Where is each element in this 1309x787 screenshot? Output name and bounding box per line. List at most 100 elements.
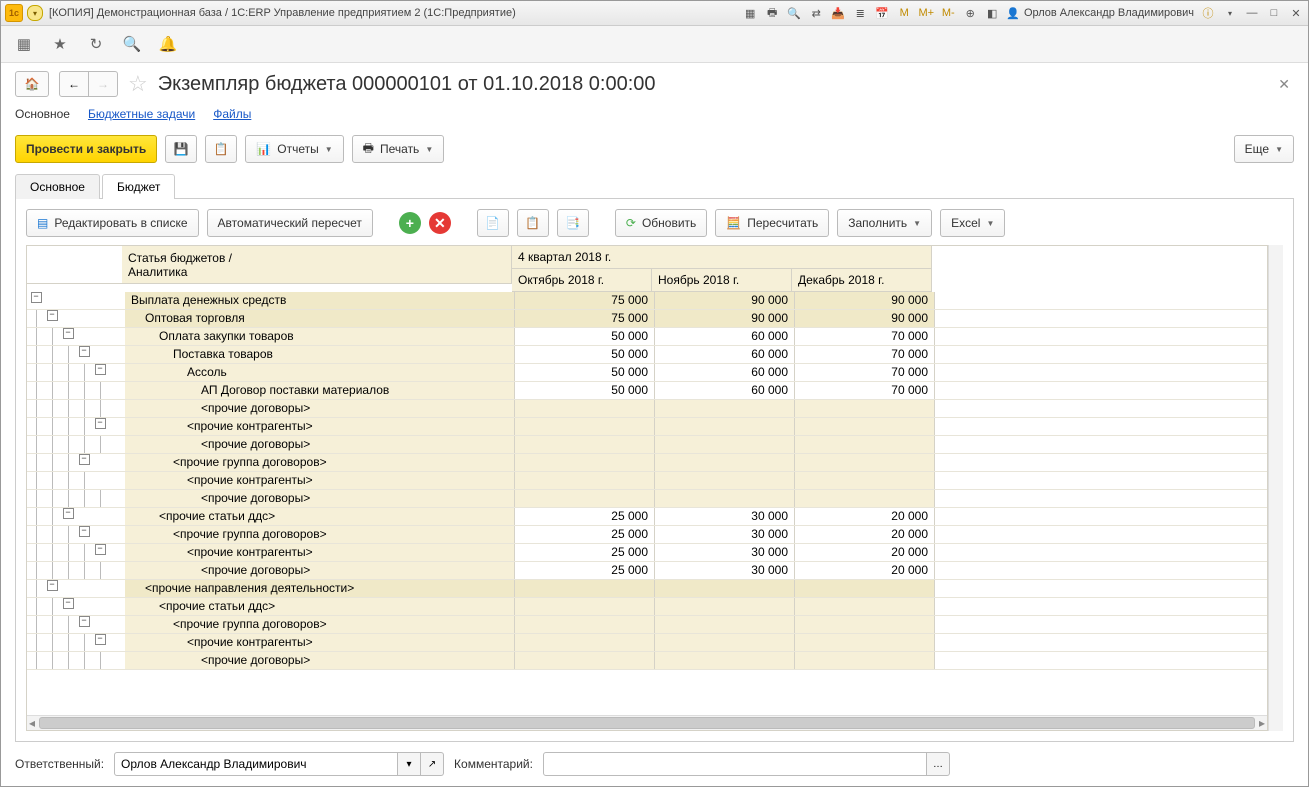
value-cell[interactable] — [515, 634, 655, 651]
post-button[interactable]: 📋 — [205, 135, 237, 163]
notifications-bell-icon[interactable]: 🔔 — [159, 35, 177, 53]
table-row[interactable]: <прочие договоры> — [27, 436, 1267, 454]
name-cell[interactable]: <прочие договоры> — [125, 400, 515, 417]
history-icon[interactable]: ↻ — [87, 35, 105, 53]
value-cell[interactable] — [515, 454, 655, 471]
paste-special-button[interactable]: 📑 — [557, 209, 589, 237]
value-cell[interactable] — [655, 418, 795, 435]
value-cell[interactable]: 20 000 — [795, 562, 935, 579]
value-cell[interactable]: 20 000 — [795, 544, 935, 561]
table-row[interactable]: −<прочие группа договоров> — [27, 616, 1267, 634]
value-cell[interactable]: 25 000 — [515, 544, 655, 561]
table-row[interactable]: −<прочие группа договоров>25 00030 00020… — [27, 526, 1267, 544]
value-cell[interactable]: 70 000 — [795, 382, 935, 399]
value-cell[interactable]: 60 000 — [655, 364, 795, 381]
name-cell[interactable]: <прочие контрагенты> — [125, 634, 515, 651]
table-row[interactable]: <прочие договоры>25 00030 00020 000 — [27, 562, 1267, 580]
collapse-toggle[interactable]: − — [79, 454, 90, 465]
collapse-toggle[interactable]: − — [63, 508, 74, 519]
value-cell[interactable] — [515, 616, 655, 633]
tab-budget[interactable]: Бюджет — [102, 174, 175, 199]
collapse-toggle[interactable]: − — [63, 598, 74, 609]
horizontal-scrollbar[interactable]: ◂ ▸ — [27, 715, 1267, 730]
name-cell[interactable]: <прочие направления деятельности> — [125, 580, 515, 597]
name-cell[interactable]: АП Договор поставки материалов — [125, 382, 515, 399]
value-cell[interactable]: 90 000 — [795, 310, 935, 327]
table-row[interactable]: <прочие контрагенты> — [27, 472, 1267, 490]
value-cell[interactable]: 25 000 — [515, 526, 655, 543]
value-cell[interactable] — [655, 454, 795, 471]
value-cell[interactable] — [795, 472, 935, 489]
print-button[interactable]: 🖶Печать▼ — [352, 135, 445, 163]
link-main[interactable]: Основное — [15, 107, 70, 121]
close-window-button[interactable]: ✕ — [1288, 5, 1304, 21]
app-menu-dropdown[interactable]: ▾ — [27, 5, 43, 21]
value-cell[interactable]: 30 000 — [655, 526, 795, 543]
value-cell[interactable]: 50 000 — [515, 346, 655, 363]
collapse-toggle[interactable]: − — [79, 526, 90, 537]
value-cell[interactable]: 90 000 — [655, 292, 795, 309]
print-icon[interactable]: 🖶 — [764, 5, 780, 21]
collapse-toggle[interactable]: − — [79, 616, 90, 627]
name-cell[interactable]: <прочие договоры> — [125, 436, 515, 453]
tab-main[interactable]: Основное — [15, 174, 100, 199]
value-cell[interactable] — [795, 616, 935, 633]
grid-body[interactable]: −Выплата денежных средств75 00090 00090 … — [27, 292, 1267, 715]
value-cell[interactable] — [515, 436, 655, 453]
table-row[interactable]: − <прочие группа договоров> — [27, 454, 1267, 472]
table-row[interactable]: −<прочие статьи ддс>25 00030 00020 000 — [27, 508, 1267, 526]
vertical-scrollbar[interactable] — [1268, 245, 1283, 731]
link-budget-tasks[interactable]: Бюджетные задачи — [88, 107, 195, 121]
collapse-toggle[interactable]: − — [31, 292, 42, 303]
value-cell[interactable] — [795, 436, 935, 453]
current-user[interactable]: 👤 Орлов Александр Владимирович — [1006, 7, 1194, 20]
value-cell[interactable]: 90 000 — [795, 292, 935, 309]
m-plus-icon[interactable]: M+ — [918, 5, 934, 21]
name-cell[interactable]: <прочие контрагенты> — [125, 544, 515, 561]
search-icon[interactable]: 🔍 — [123, 35, 141, 53]
table-row[interactable]: −Оптовая торговля75 00090 00090 000 — [27, 310, 1267, 328]
auto-recalc-button[interactable]: Автоматический пересчет — [207, 209, 373, 237]
collapse-toggle[interactable]: − — [47, 310, 58, 321]
name-cell[interactable]: <прочие группа договоров> — [125, 454, 515, 471]
name-cell[interactable]: Оплата закупки товаров — [125, 328, 515, 345]
value-cell[interactable] — [515, 472, 655, 489]
name-cell[interactable]: Оптовая торговля — [125, 310, 515, 327]
maximize-button[interactable]: □ — [1266, 5, 1282, 21]
delete-row-button[interactable]: ✕ — [429, 212, 451, 234]
link-files[interactable]: Файлы — [213, 107, 251, 121]
value-cell[interactable]: 60 000 — [655, 328, 795, 345]
name-cell[interactable]: <прочие договоры> — [125, 490, 515, 507]
name-cell[interactable]: <прочие статьи ддс> — [125, 598, 515, 615]
close-page-button[interactable]: ✕ — [1274, 74, 1294, 95]
value-cell[interactable]: 75 000 — [515, 310, 655, 327]
value-cell[interactable]: 70 000 — [795, 328, 935, 345]
tb-icon-1[interactable]: ▦ — [742, 5, 758, 21]
name-cell[interactable]: <прочие контрагенты> — [125, 418, 515, 435]
value-cell[interactable]: 60 000 — [655, 382, 795, 399]
more-button[interactable]: Еще▼ — [1234, 135, 1294, 163]
recalc-button[interactable]: 🧮Пересчитать — [715, 209, 829, 237]
compare-icon[interactable]: ⇄ — [808, 5, 824, 21]
value-cell[interactable]: 50 000 — [515, 328, 655, 345]
table-row[interactable]: −Ассоль50 00060 00070 000 — [27, 364, 1267, 382]
home-button[interactable]: 🏠 — [15, 71, 49, 97]
info-icon[interactable]: ⓘ — [1200, 5, 1216, 21]
name-cell[interactable]: <прочие статьи ддс> — [125, 508, 515, 525]
value-cell[interactable] — [795, 400, 935, 417]
info-dropdown-icon[interactable]: ▾ — [1222, 5, 1238, 21]
table-row[interactable]: −<прочие направления деятельности> — [27, 580, 1267, 598]
value-cell[interactable] — [795, 454, 935, 471]
name-cell[interactable]: <прочие группа договоров> — [125, 526, 515, 543]
m-minus-icon[interactable]: M- — [940, 5, 956, 21]
value-cell[interactable]: 30 000 — [655, 508, 795, 525]
table-row[interactable]: −Выплата денежных средств75 00090 00090 … — [27, 292, 1267, 310]
back-button[interactable]: ← — [59, 71, 89, 97]
table-row[interactable]: −Поставка товаров50 00060 00070 000 — [27, 346, 1267, 364]
value-cell[interactable]: 25 000 — [515, 508, 655, 525]
table-row[interactable]: − <прочие статьи ддс> — [27, 598, 1267, 616]
refresh-button[interactable]: ⟳Обновить — [615, 209, 707, 237]
edit-in-list-button[interactable]: ▤Редактировать в списке — [26, 209, 199, 237]
value-cell[interactable]: 30 000 — [655, 544, 795, 561]
comment-select-button[interactable]: … — [927, 752, 950, 776]
